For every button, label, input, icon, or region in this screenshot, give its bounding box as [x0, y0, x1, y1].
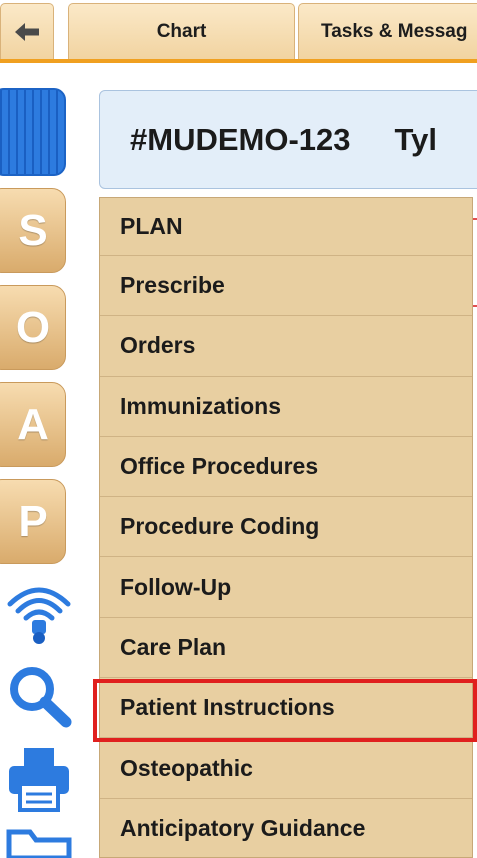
soap-subjective-button[interactable]: S: [0, 188, 66, 273]
tab-chart[interactable]: Chart: [68, 3, 295, 60]
tab-bar-underline: [0, 59, 477, 63]
soap-s-label: S: [18, 205, 48, 255]
soap-plan-button[interactable]: P: [0, 479, 66, 564]
back-button[interactable]: [0, 3, 54, 60]
menu-item-anticipatory-guidance[interactable]: Anticipatory Guidance: [100, 799, 472, 857]
soap-p-label: P: [18, 496, 48, 546]
rail-top-button[interactable]: [0, 88, 66, 176]
tab-tasks-messages[interactable]: Tasks & Messag: [298, 3, 477, 60]
search-icon[interactable]: [4, 662, 74, 730]
patient-name: Tyl: [394, 121, 438, 157]
tab-tasks-label: Tasks & Messag: [321, 21, 468, 42]
patient-header: #MUDEMO-123 Tyl: [99, 90, 477, 189]
menu-item-follow-up[interactable]: Follow-Up: [100, 557, 472, 618]
arrow-left-icon: [15, 23, 39, 41]
soap-a-label: A: [17, 399, 49, 449]
menu-item-office-procedures[interactable]: Office Procedures: [100, 437, 472, 498]
menu-item-care-plan[interactable]: Care Plan: [100, 618, 472, 679]
menu-item-immunizations[interactable]: Immunizations: [100, 377, 472, 437]
menu-item-patient-instructions[interactable]: Patient Instructions: [100, 678, 472, 739]
top-tab-bar: Chart Tasks & Messag: [0, 0, 477, 63]
stethoscope-icon[interactable]: [4, 580, 74, 646]
patient-id: #MUDEMO-123: [130, 121, 351, 157]
menu-item-prescribe[interactable]: Prescribe: [100, 256, 472, 317]
soap-assessment-button[interactable]: A: [0, 382, 66, 467]
soap-objective-button[interactable]: O: [0, 285, 66, 370]
menu-item-procedure-coding[interactable]: Procedure Coding: [100, 497, 472, 558]
plan-menu: PLAN Prescribe Orders Immunizations Offi…: [99, 197, 473, 858]
menu-item-plan[interactable]: PLAN: [100, 198, 472, 256]
soap-o-label: O: [15, 302, 51, 352]
menu-item-orders[interactable]: Orders: [100, 316, 472, 377]
menu-item-osteopathic[interactable]: Osteopathic: [100, 738, 472, 799]
folder-icon[interactable]: [4, 826, 74, 858]
printer-icon[interactable]: [4, 744, 74, 814]
tab-chart-label: Chart: [156, 21, 207, 42]
